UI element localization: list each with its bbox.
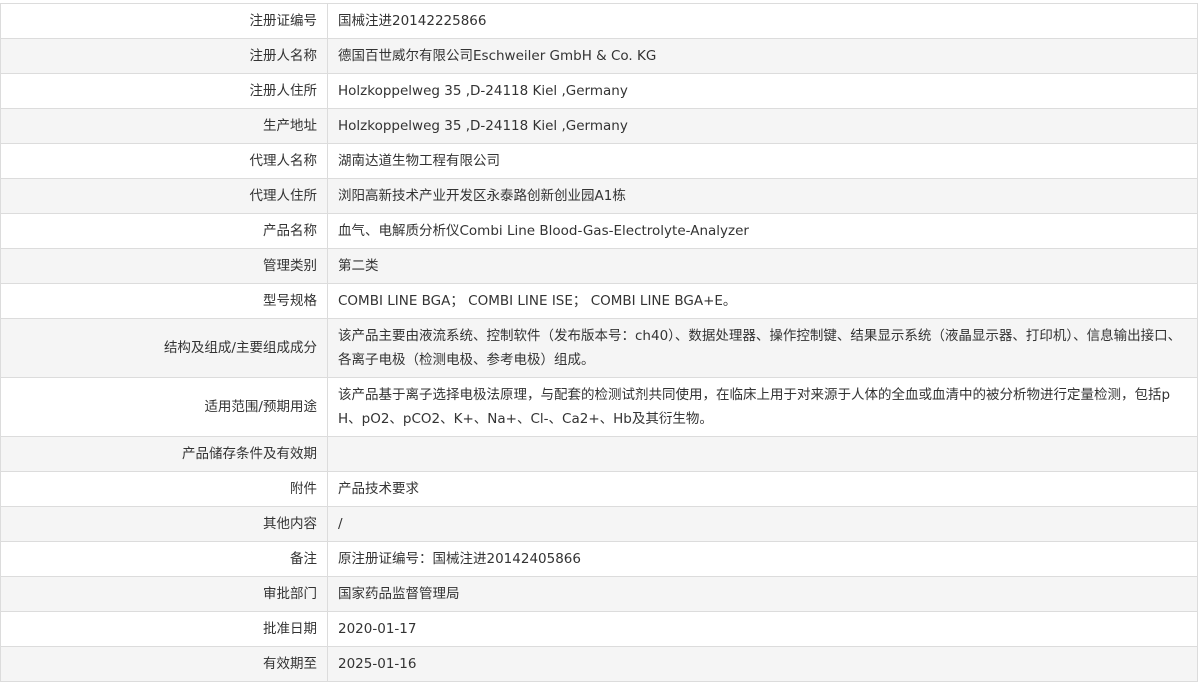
field-value — [327, 436, 1198, 472]
table-row-valid-until: 有效期至 2025-01-16 — [0, 646, 1198, 682]
field-value: 国械注进20142225866 — [327, 3, 1198, 39]
field-label: 注册人住所 — [0, 73, 328, 109]
table-row-registration-number: 注册证编号 国械注进20142225866 — [0, 3, 1198, 39]
table-row-structure-composition: 结构及组成/主要组成成分 该产品主要由液流系统、控制软件（发布版本号：ch40）… — [0, 318, 1198, 378]
field-value: 第二类 — [327, 248, 1198, 284]
field-label: 产品名称 — [0, 213, 328, 249]
field-value: 2025-01-16 — [327, 646, 1198, 682]
field-label: 附件 — [0, 471, 328, 507]
field-label: 管理类别 — [0, 248, 328, 284]
field-value: 该产品主要由液流系统、控制软件（发布版本号：ch40）、数据处理器、操作控制键、… — [327, 318, 1198, 378]
registration-detail-table: 注册证编号 国械注进20142225866 注册人名称 德国百世威尔有限公司Es… — [0, 3, 1198, 682]
table-row-attachment: 附件 产品技术要求 — [0, 471, 1198, 507]
table-row-management-category: 管理类别 第二类 — [0, 248, 1198, 284]
field-value: 湖南达道生物工程有限公司 — [327, 143, 1198, 179]
field-value: Holzkoppelweg 35 ,D-24118 Kiel ,Germany — [327, 73, 1198, 109]
table-row-agent-address: 代理人住所 浏阳高新技术产业开发区永泰路创新创业园A1栋 — [0, 178, 1198, 214]
field-label: 备注 — [0, 541, 328, 577]
table-row-approval-date: 批准日期 2020-01-17 — [0, 611, 1198, 647]
field-label: 型号规格 — [0, 283, 328, 319]
field-value: 该产品基于离子选择电极法原理，与配套的检测试剂共同使用，在临床上用于对来源于人体… — [327, 377, 1198, 437]
field-label: 代理人住所 — [0, 178, 328, 214]
table-row-intended-use: 适用范围/预期用途 该产品基于离子选择电极法原理，与配套的检测试剂共同使用，在临… — [0, 377, 1198, 437]
table-row-remarks: 备注 原注册证编号：国械注进20142405866 — [0, 541, 1198, 577]
field-label: 生产地址 — [0, 108, 328, 144]
field-value: 产品技术要求 — [327, 471, 1198, 507]
table-row-production-address: 生产地址 Holzkoppelweg 35 ,D-24118 Kiel ,Ger… — [0, 108, 1198, 144]
field-label: 有效期至 — [0, 646, 328, 682]
field-value: 德国百世威尔有限公司Eschweiler GmbH & Co. KG — [327, 38, 1198, 74]
table-row-model-spec: 型号规格 COMBI LINE BGA； COMBI LINE ISE； COM… — [0, 283, 1198, 319]
table-row-registrant-name: 注册人名称 德国百世威尔有限公司Eschweiler GmbH & Co. KG — [0, 38, 1198, 74]
field-value: 血气、电解质分析仪Combi Line Blood-Gas-Electrolyt… — [327, 213, 1198, 249]
table-row-agent-name: 代理人名称 湖南达道生物工程有限公司 — [0, 143, 1198, 179]
field-label: 注册人名称 — [0, 38, 328, 74]
field-label: 其他内容 — [0, 506, 328, 542]
field-label: 结构及组成/主要组成成分 — [0, 318, 328, 378]
field-value: 国家药品监督管理局 — [327, 576, 1198, 612]
field-label: 批准日期 — [0, 611, 328, 647]
table-row-other-content: 其他内容 / — [0, 506, 1198, 542]
field-value: 浏阳高新技术产业开发区永泰路创新创业园A1栋 — [327, 178, 1198, 214]
field-label: 审批部门 — [0, 576, 328, 612]
field-value: / — [327, 506, 1198, 542]
table-row-product-name: 产品名称 血气、电解质分析仪Combi Line Blood-Gas-Elect… — [0, 213, 1198, 249]
field-label: 适用范围/预期用途 — [0, 377, 328, 437]
table-row-registrant-address: 注册人住所 Holzkoppelweg 35 ,D-24118 Kiel ,Ge… — [0, 73, 1198, 109]
table-row-approval-department: 审批部门 国家药品监督管理局 — [0, 576, 1198, 612]
field-value: Holzkoppelweg 35 ,D-24118 Kiel ,Germany — [327, 108, 1198, 144]
field-value: 原注册证编号：国械注进20142405866 — [327, 541, 1198, 577]
table-row-storage-conditions: 产品储存条件及有效期 — [0, 436, 1198, 472]
field-label: 代理人名称 — [0, 143, 328, 179]
field-label: 注册证编号 — [0, 3, 328, 39]
field-value: 2020-01-17 — [327, 611, 1198, 647]
field-value: COMBI LINE BGA； COMBI LINE ISE； COMBI LI… — [327, 283, 1198, 319]
field-label: 产品储存条件及有效期 — [0, 436, 328, 472]
